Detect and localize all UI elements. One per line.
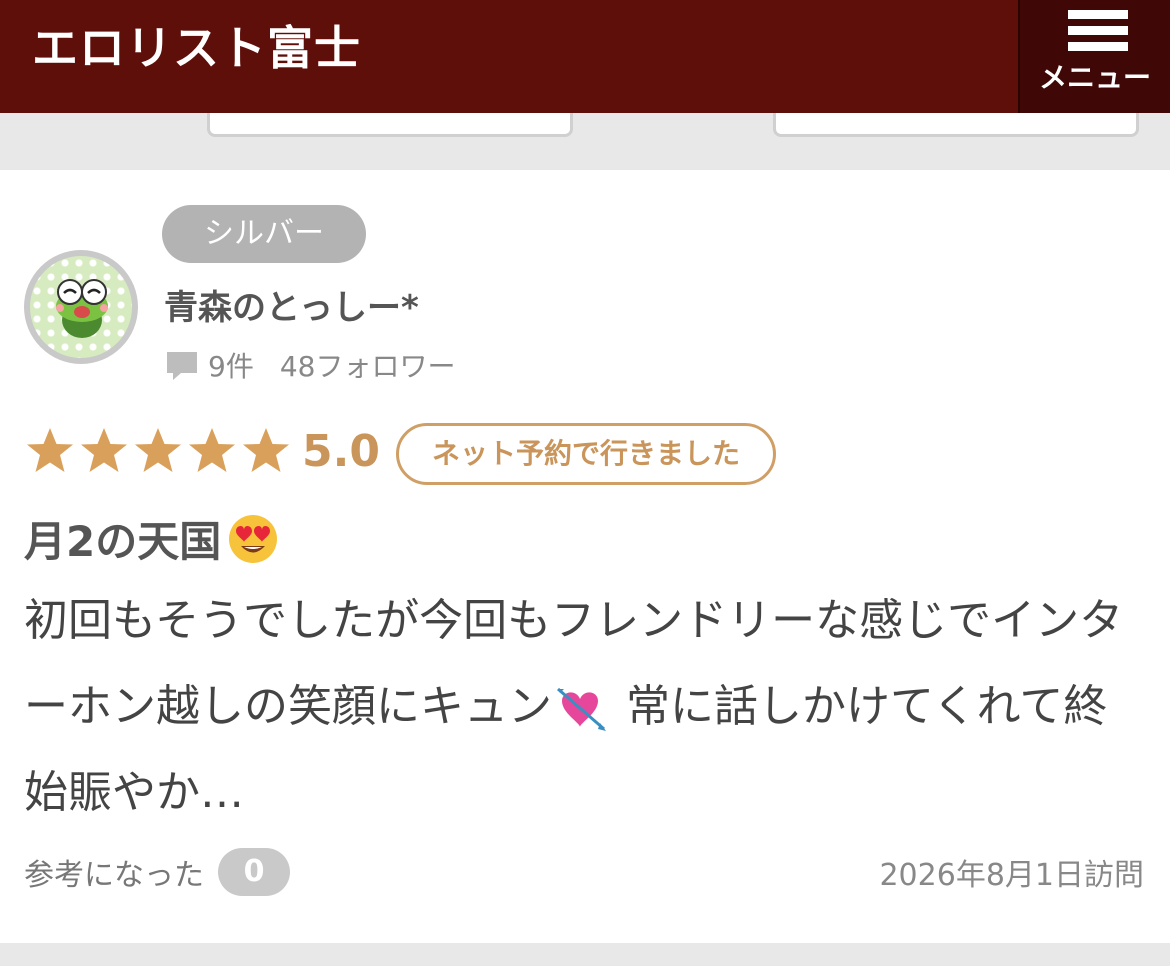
frog-avatar-icon [30, 256, 132, 358]
site-title[interactable]: エロリスト富士 [32, 12, 361, 78]
review-card: シルバー 青森のとっしー* 9件 48フォロワー 5.0 ネット予約で行きました… [0, 170, 1170, 943]
follower-count[interactable]: 48フォロワー [280, 345, 456, 385]
rank-badge: シルバー [162, 205, 366, 263]
helpful-count-button[interactable]: 0 [218, 848, 290, 896]
heart-arrow-emoji-icon [557, 687, 606, 731]
heart-eyes-emoji-icon [229, 514, 278, 563]
menu-label: メニュー [1038, 61, 1151, 94]
review-count[interactable]: 9件 [208, 345, 254, 385]
reviewer-name[interactable]: 青森のとっしー* [164, 280, 419, 329]
previous-card-button[interactable] [773, 113, 1139, 137]
menu-button[interactable]: メニュー [1018, 0, 1170, 113]
star-icon [243, 428, 289, 472]
site-header: エロリスト富士 メニュー [0, 0, 1170, 113]
reviewer-stats: 9件 48フォロワー [164, 345, 455, 385]
hamburger-icon [1068, 10, 1128, 58]
helpful-label: 参考になった [24, 858, 204, 893]
review-title-text: 月2の天国 [24, 517, 222, 566]
comment-icon [167, 352, 197, 380]
star-icon [189, 428, 235, 472]
star-rating: 5.0 [24, 425, 380, 477]
previous-card-button[interactable] [207, 113, 573, 137]
review-title[interactable]: 月2の天国 [24, 508, 279, 569]
rating-value: 5.0 [302, 425, 380, 477]
star-icon [81, 428, 127, 472]
visit-date: 2026年8月1日訪問 [879, 858, 1144, 893]
star-icon [135, 428, 181, 472]
avatar[interactable] [24, 250, 138, 364]
star-icon [27, 428, 73, 472]
booking-badge: ネット予約で行きました [396, 423, 776, 485]
helpful-section: 参考になった 0 [24, 848, 290, 896]
review-body[interactable]: 初回もそうでしたが今回もフレンドリーな感じでインターホン越しの笑顔にキュン 常に… [24, 578, 1144, 836]
